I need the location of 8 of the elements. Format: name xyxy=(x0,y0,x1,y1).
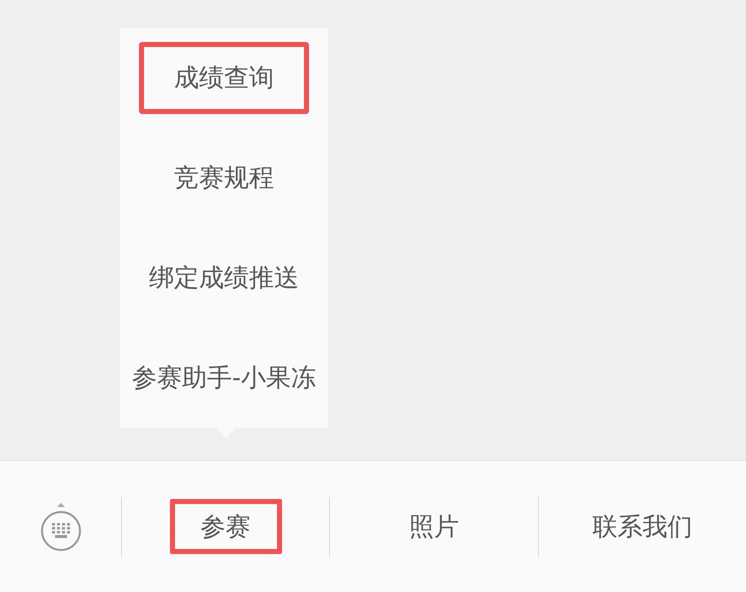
menu-tab[interactable]: 照片 xyxy=(378,498,490,554)
menu-item[interactable]: 绑定成绩推送 xyxy=(114,242,334,314)
menu-item[interactable]: 参赛助手-小果冻 xyxy=(96,342,352,414)
menu-item[interactable]: 成绩查询 xyxy=(139,42,309,114)
keyboard-icon[interactable] xyxy=(40,500,82,552)
menu-tab[interactable]: 参赛 xyxy=(170,498,282,554)
menu-tab[interactable]: 联系我们 xyxy=(561,498,724,554)
menu-item[interactable]: 竞赛规程 xyxy=(139,142,309,214)
